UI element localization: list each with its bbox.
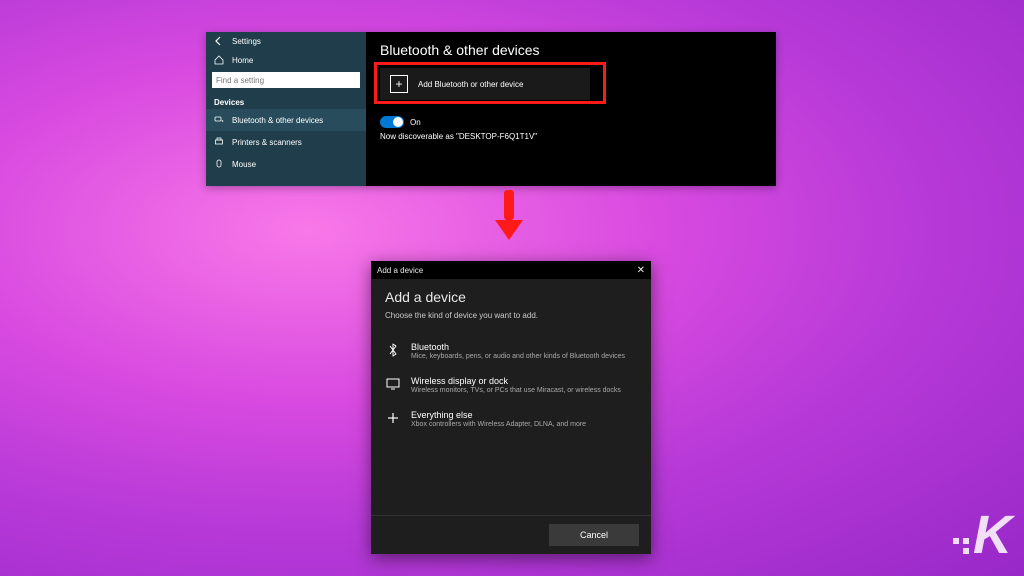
- logo-dots-icon: [953, 538, 969, 554]
- home-icon: [214, 55, 224, 65]
- option-title: Everything else: [411, 410, 586, 420]
- option-wireless-display[interactable]: Wireless display or dock Wireless monito…: [385, 368, 637, 402]
- option-everything-else[interactable]: Everything else Xbox controllers with Wi…: [385, 402, 637, 436]
- settings-title: Settings: [232, 37, 261, 46]
- sidebar-item-printers[interactable]: Printers & scanners: [206, 131, 366, 153]
- option-title: Wireless display or dock: [411, 376, 621, 386]
- bluetooth-toggle-row: On: [380, 116, 762, 128]
- settings-sidebar: Settings Home Devices Bluetooth & other …: [206, 32, 366, 186]
- dialog-footer: Cancel: [371, 515, 651, 554]
- bluetooth-toggle[interactable]: [380, 116, 404, 128]
- toggle-label: On: [410, 118, 421, 127]
- option-desc: Xbox controllers with Wireless Adapter, …: [411, 421, 586, 428]
- page-title: Bluetooth & other devices: [380, 42, 762, 58]
- settings-window: Settings Home Devices Bluetooth & other …: [206, 32, 776, 186]
- instruction-arrow-icon: [493, 190, 525, 242]
- settings-main: Bluetooth & other devices + Add Bluetoot…: [366, 32, 776, 186]
- brand-logo: K: [953, 504, 1010, 566]
- dialog-title: Add a device: [377, 266, 423, 275]
- option-desc: Wireless monitors, TVs, or PCs that use …: [411, 387, 621, 394]
- plus-icon: +: [390, 75, 408, 93]
- printer-icon: [214, 137, 224, 147]
- sidebar-item-label: Bluetooth & other devices: [232, 116, 323, 125]
- search-input[interactable]: [212, 72, 360, 88]
- cancel-button[interactable]: Cancel: [549, 524, 639, 546]
- sidebar-item-label: Mouse: [232, 160, 256, 169]
- bluetooth-icon: [385, 342, 401, 358]
- option-desc: Mice, keyboards, pens, or audio and othe…: [411, 353, 625, 360]
- sidebar-item-home[interactable]: Home: [206, 50, 366, 70]
- option-bluetooth[interactable]: Bluetooth Mice, keyboards, pens, or audi…: [385, 334, 637, 368]
- plus-icon: [385, 410, 401, 426]
- add-device-label: Add Bluetooth or other device: [418, 80, 523, 89]
- dialog-subheading: Choose the kind of device you want to ad…: [385, 311, 637, 320]
- sidebar-header: Settings: [206, 32, 366, 50]
- sidebar-item-mouse[interactable]: Mouse: [206, 153, 366, 175]
- sidebar-item-bluetooth[interactable]: Bluetooth & other devices: [206, 109, 366, 131]
- dialog-body: Add a device Choose the kind of device y…: [371, 279, 651, 515]
- mouse-icon: [214, 159, 224, 169]
- option-title: Bluetooth: [411, 342, 625, 352]
- section-label-devices: Devices: [206, 94, 366, 109]
- discoverable-text: Now discoverable as "DESKTOP-F6Q1T1V": [380, 132, 762, 141]
- sidebar-item-label: Printers & scanners: [232, 138, 302, 147]
- dialog-titlebar: Add a device ✕: [371, 261, 651, 279]
- dialog-heading: Add a device: [385, 289, 637, 305]
- display-icon: [385, 376, 401, 392]
- back-icon[interactable]: [214, 36, 224, 46]
- add-device-dialog: Add a device ✕ Add a device Choose the k…: [371, 261, 651, 554]
- bluetooth-devices-icon: [214, 115, 224, 125]
- close-icon[interactable]: ✕: [637, 265, 645, 276]
- add-device-button[interactable]: + Add Bluetooth or other device: [380, 68, 590, 100]
- home-label: Home: [232, 56, 253, 65]
- logo-letter: K: [973, 504, 1010, 566]
